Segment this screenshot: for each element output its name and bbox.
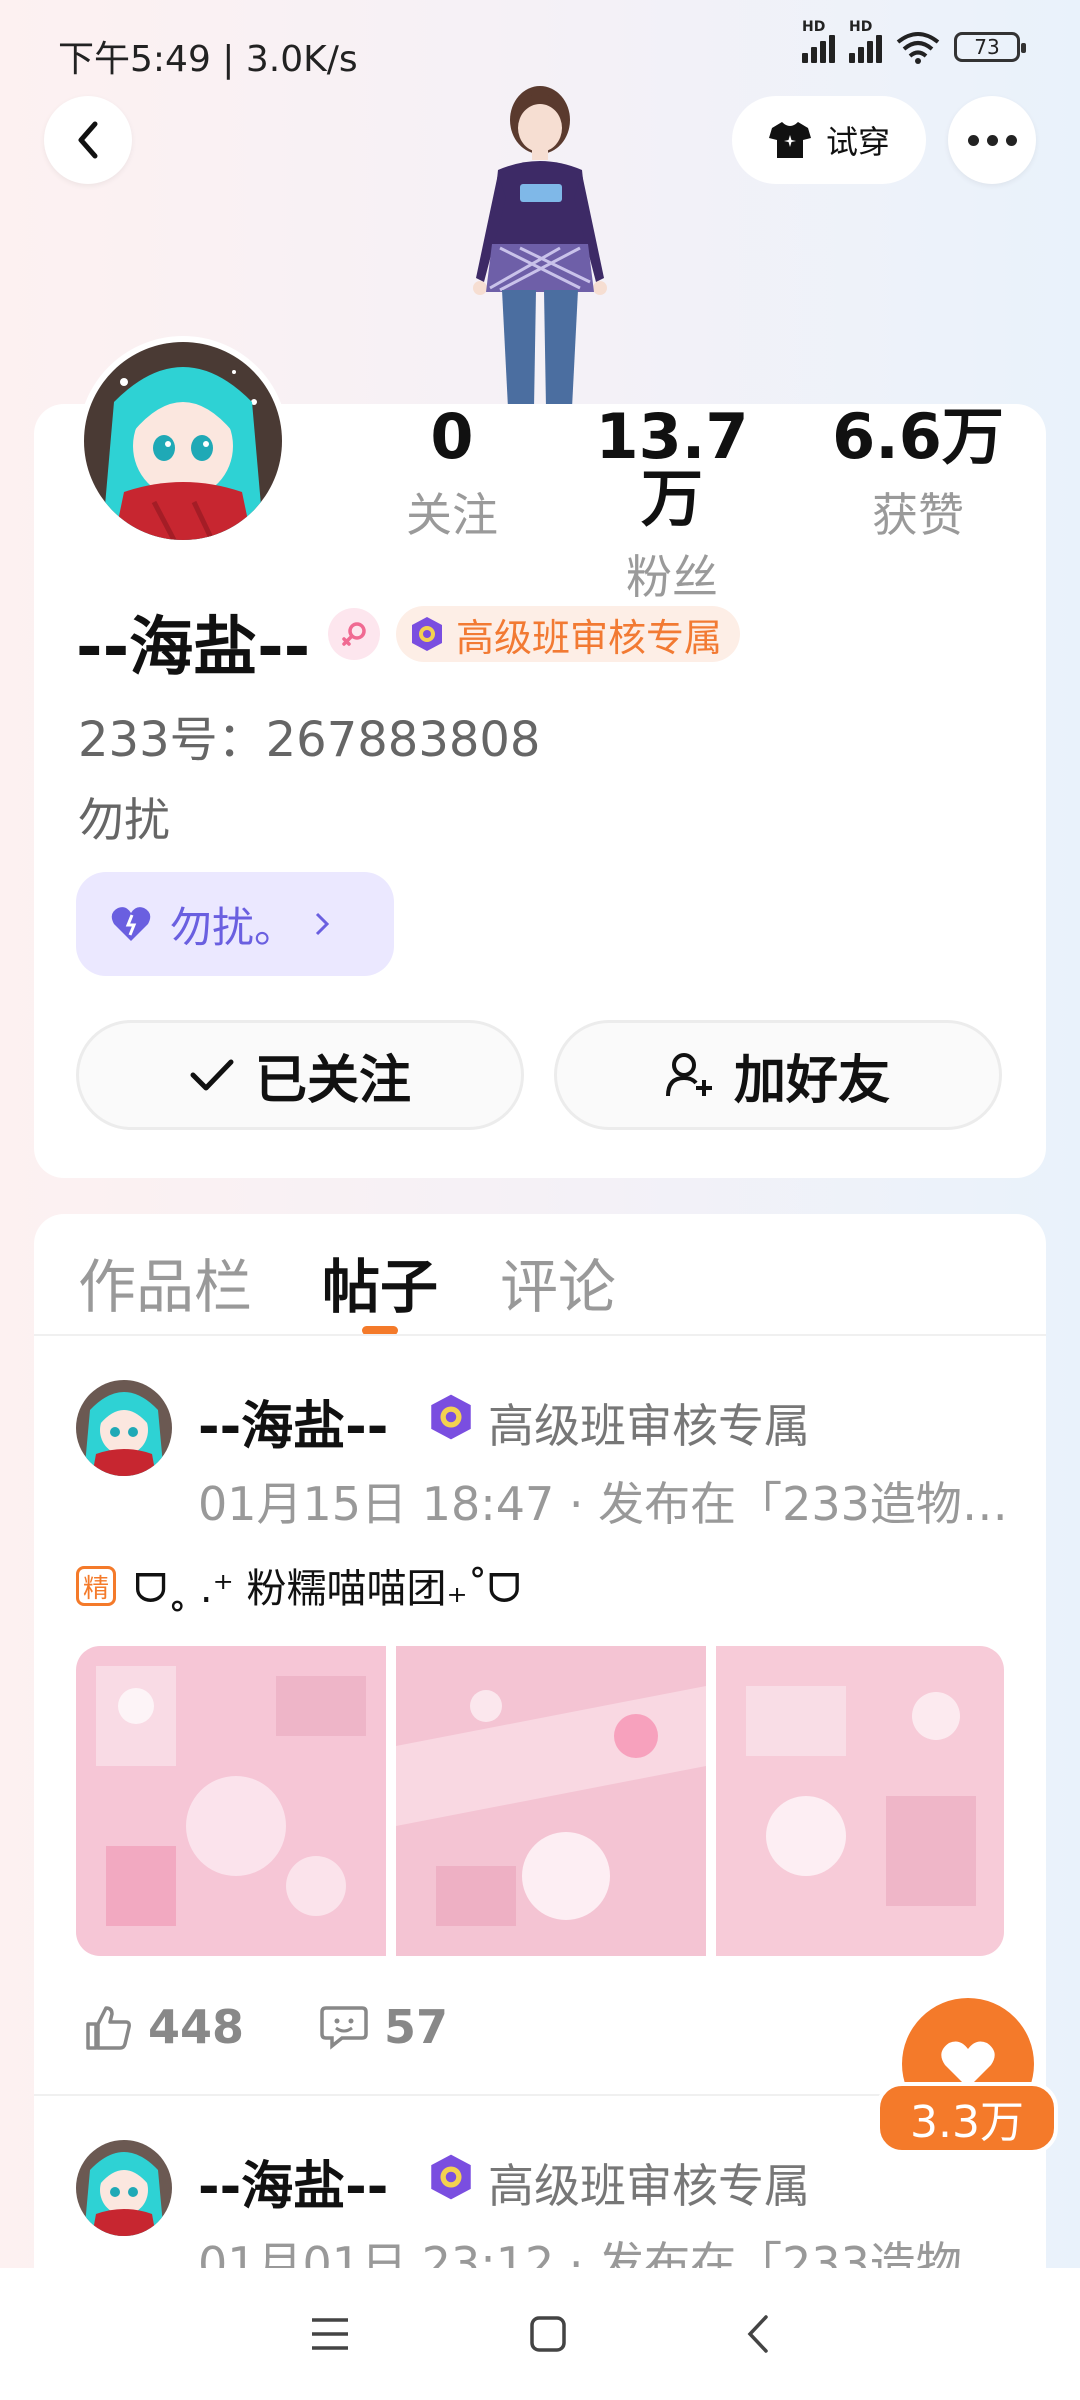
- post-image-1[interactable]: [76, 1646, 386, 1956]
- more-icon: [967, 134, 1017, 146]
- post-author-badge: 高级班审核专属: [488, 1399, 810, 1453]
- wifi-icon: [896, 32, 940, 64]
- post-image-3[interactable]: [716, 1646, 1004, 1956]
- comment-count: 57: [384, 2000, 449, 2054]
- try-on-label: 试穿: [825, 123, 890, 161]
- add-friend-button[interactable]: 加好友: [554, 1020, 1002, 1130]
- badge-medal-icon: [431, 2154, 471, 2200]
- post-image-2[interactable]: [396, 1646, 706, 1956]
- badge-label: 高级班审核专属: [456, 615, 723, 660]
- profile-avatar[interactable]: [78, 336, 288, 546]
- character-avatar-figure[interactable]: [440, 78, 640, 408]
- try-on-button[interactable]: 试穿: [732, 96, 926, 184]
- following-count: 0: [430, 400, 474, 473]
- battery-indicator: 73: [954, 32, 1026, 62]
- post-author-name[interactable]: --海盐--: [198, 2144, 388, 2219]
- back-nav-icon[interactable]: [746, 2314, 770, 2354]
- post-author-name[interactable]: --海盐--: [198, 1384, 388, 1459]
- tab-works[interactable]: 作品栏: [78, 1240, 252, 1324]
- fans-count: 13.7万: [595, 400, 749, 535]
- followed-label: 已关注: [254, 1050, 411, 1111]
- stat-following[interactable]: 0 关注: [402, 400, 502, 542]
- signal-icon: HD: [849, 19, 882, 63]
- home-icon[interactable]: [529, 2315, 567, 2353]
- signal-icon: HD: [802, 19, 835, 63]
- post-title[interactable]: ᗜ˳ .⁺ 粉糯喵喵团₊˚ᗜ: [134, 1556, 521, 1614]
- mood-label: 勿扰。: [170, 902, 297, 952]
- add-user-icon: [665, 1053, 712, 1097]
- profile-name: --海盐--: [76, 611, 311, 685]
- anime-avatar-image: [84, 342, 282, 540]
- more-button[interactable]: [948, 96, 1036, 184]
- comment-button[interactable]: 57: [320, 2000, 448, 2054]
- user-id[interactable]: 233号：267883808: [78, 700, 540, 770]
- status-time: 下午5:49 | 3.0K/s: [58, 39, 358, 80]
- badge-medal-icon: [431, 1394, 471, 1440]
- likes-label: 获赞: [872, 488, 964, 542]
- add-friend-label: 加好友: [733, 1050, 890, 1111]
- followed-button[interactable]: 已关注: [76, 1020, 524, 1130]
- post-author-avatar[interactable]: [76, 1380, 172, 1476]
- stat-likes[interactable]: 6.6万 获赞: [818, 400, 1018, 542]
- thumbs-up-icon: [86, 2006, 131, 2050]
- menu-icon[interactable]: [310, 2317, 350, 2351]
- mood-status-chip[interactable]: 勿扰。: [76, 872, 394, 976]
- reviewer-badge[interactable]: 高级班审核专属: [396, 606, 741, 662]
- back-button[interactable]: [44, 96, 132, 184]
- like-button[interactable]: 448: [84, 2000, 244, 2054]
- following-label: 关注: [406, 488, 498, 542]
- like-count: 448: [148, 2000, 245, 2054]
- tab-posts[interactable]: 帖子: [322, 1240, 438, 1324]
- tshirt-icon: [768, 122, 811, 158]
- chevron-right-icon: [315, 912, 330, 936]
- tabs-divider: [34, 1334, 1046, 1336]
- tab-comments[interactable]: 评论: [500, 1240, 616, 1324]
- profile-bio: 勿扰: [78, 793, 170, 847]
- female-gender-icon: [328, 608, 380, 660]
- post-meta: 01月15日 18:47 · 发布在「233造物…: [198, 1477, 1008, 1531]
- stat-fans[interactable]: 13.7万 粉丝: [572, 400, 772, 604]
- fans-label: 粉丝: [626, 550, 718, 604]
- featured-tag: 精: [76, 1566, 116, 1606]
- checkmark-icon: [190, 1059, 234, 1091]
- likes-count: 6.6万: [832, 400, 1004, 473]
- chevron-left-icon: [78, 121, 98, 159]
- status-icons: HD HD 73: [802, 19, 1026, 64]
- post-author-avatar[interactable]: [76, 2140, 172, 2236]
- badge-medal-icon: [412, 617, 442, 651]
- comment-icon: [320, 2006, 368, 2050]
- heart-icon: [111, 907, 151, 941]
- system-navigation-bar: [0, 2268, 1080, 2400]
- post-author-badge: 高级班审核专属: [488, 2159, 810, 2213]
- fab-like-count: 3.3万: [876, 2082, 1058, 2154]
